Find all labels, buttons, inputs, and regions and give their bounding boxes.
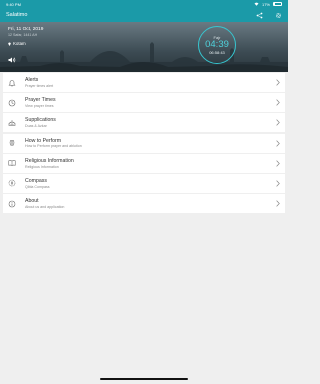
gear-icon[interactable] xyxy=(275,12,282,19)
chevron-right-icon xyxy=(276,200,280,207)
menu-item-religious-information[interactable]: Religious Information Religious Informat… xyxy=(3,153,285,173)
menu-item-title: How to Perform xyxy=(25,137,62,144)
menu-item-title: Alerts xyxy=(25,77,39,84)
menu-item-title: Prayer Times xyxy=(25,97,56,104)
prayer-countdown: 06:58:43 xyxy=(209,50,225,55)
battery-icon xyxy=(273,2,282,6)
prayer-hero-banner: Fri, 11 Oct, 2019 12 Safar, 1441 AH Kota… xyxy=(0,22,288,72)
gregorian-date: Fri, 11 Oct, 2019 xyxy=(8,27,44,32)
chevron-right-icon xyxy=(276,160,280,167)
next-prayer-clock: Fajr 04:39 06:58:43 xyxy=(198,26,236,64)
hands-icon xyxy=(8,139,16,147)
menu-item-subtitle: About us and application xyxy=(25,205,65,210)
app-title: Salatimo xyxy=(6,12,28,18)
share-icon[interactable] xyxy=(256,12,263,19)
next-prayer-time: 04:39 xyxy=(205,39,229,50)
book-icon xyxy=(8,159,16,167)
status-indicators: 17% xyxy=(254,2,282,7)
status-time: 9:40 PM xyxy=(6,1,21,7)
status-bar: 9:40 PM 17% xyxy=(0,0,288,8)
menu-item-subtitle: View prayer times xyxy=(25,104,54,109)
wifi-icon xyxy=(254,2,259,6)
menu-item-title: Religious Information xyxy=(25,157,74,164)
menu-item-title: Compass xyxy=(25,178,47,185)
info-icon xyxy=(8,200,16,208)
menu-item-compass[interactable]: Compass Qibla Compass xyxy=(3,173,285,193)
bell-icon xyxy=(8,79,16,87)
menu-item-subtitle: Prayer times alert xyxy=(25,83,54,88)
menu-item-title: Supplications xyxy=(25,117,56,124)
battery-percent: 17% xyxy=(261,1,270,7)
menu-item-subtitle: Qibla Compass xyxy=(25,184,50,189)
menu-item-how-to-perform[interactable]: How to Perform How to Perform prayer and… xyxy=(3,133,285,153)
speaker-icon[interactable] xyxy=(8,57,16,63)
compass-icon xyxy=(8,179,16,187)
hijri-date: 12 Safar, 1441 AH xyxy=(8,33,38,37)
chevron-right-icon xyxy=(276,79,280,86)
menu-item-prayer-times[interactable]: Prayer Times View prayer times xyxy=(3,93,285,113)
app-header: Salatimo xyxy=(0,8,288,22)
location[interactable]: Kotam xyxy=(8,41,43,46)
home-indicator[interactable] xyxy=(100,378,188,380)
chevron-right-icon xyxy=(276,119,280,127)
mosque-icon xyxy=(8,119,16,127)
menu-item-alerts[interactable]: Alerts Prayer times alert xyxy=(3,73,285,92)
menu-item-supplications[interactable]: Supplications Duas & Azkar xyxy=(3,113,285,133)
main-menu: Alerts Prayer times alert Prayer Times V… xyxy=(3,73,285,214)
menu-item-subtitle: Duas & Azkar xyxy=(25,124,47,129)
menu-item-title: About xyxy=(25,198,39,205)
chevron-right-icon xyxy=(276,99,280,106)
menu-item-subtitle: How to Perform prayer and ablution xyxy=(25,144,82,149)
menu-item-subtitle: Religious Information xyxy=(25,164,59,169)
clock-icon xyxy=(8,99,16,107)
location-name: Kotam xyxy=(13,41,26,46)
location-pin-icon xyxy=(8,42,11,46)
chevron-right-icon xyxy=(276,139,280,147)
menu-item-about[interactable]: About About us and application xyxy=(3,194,285,214)
chevron-right-icon xyxy=(276,180,280,187)
